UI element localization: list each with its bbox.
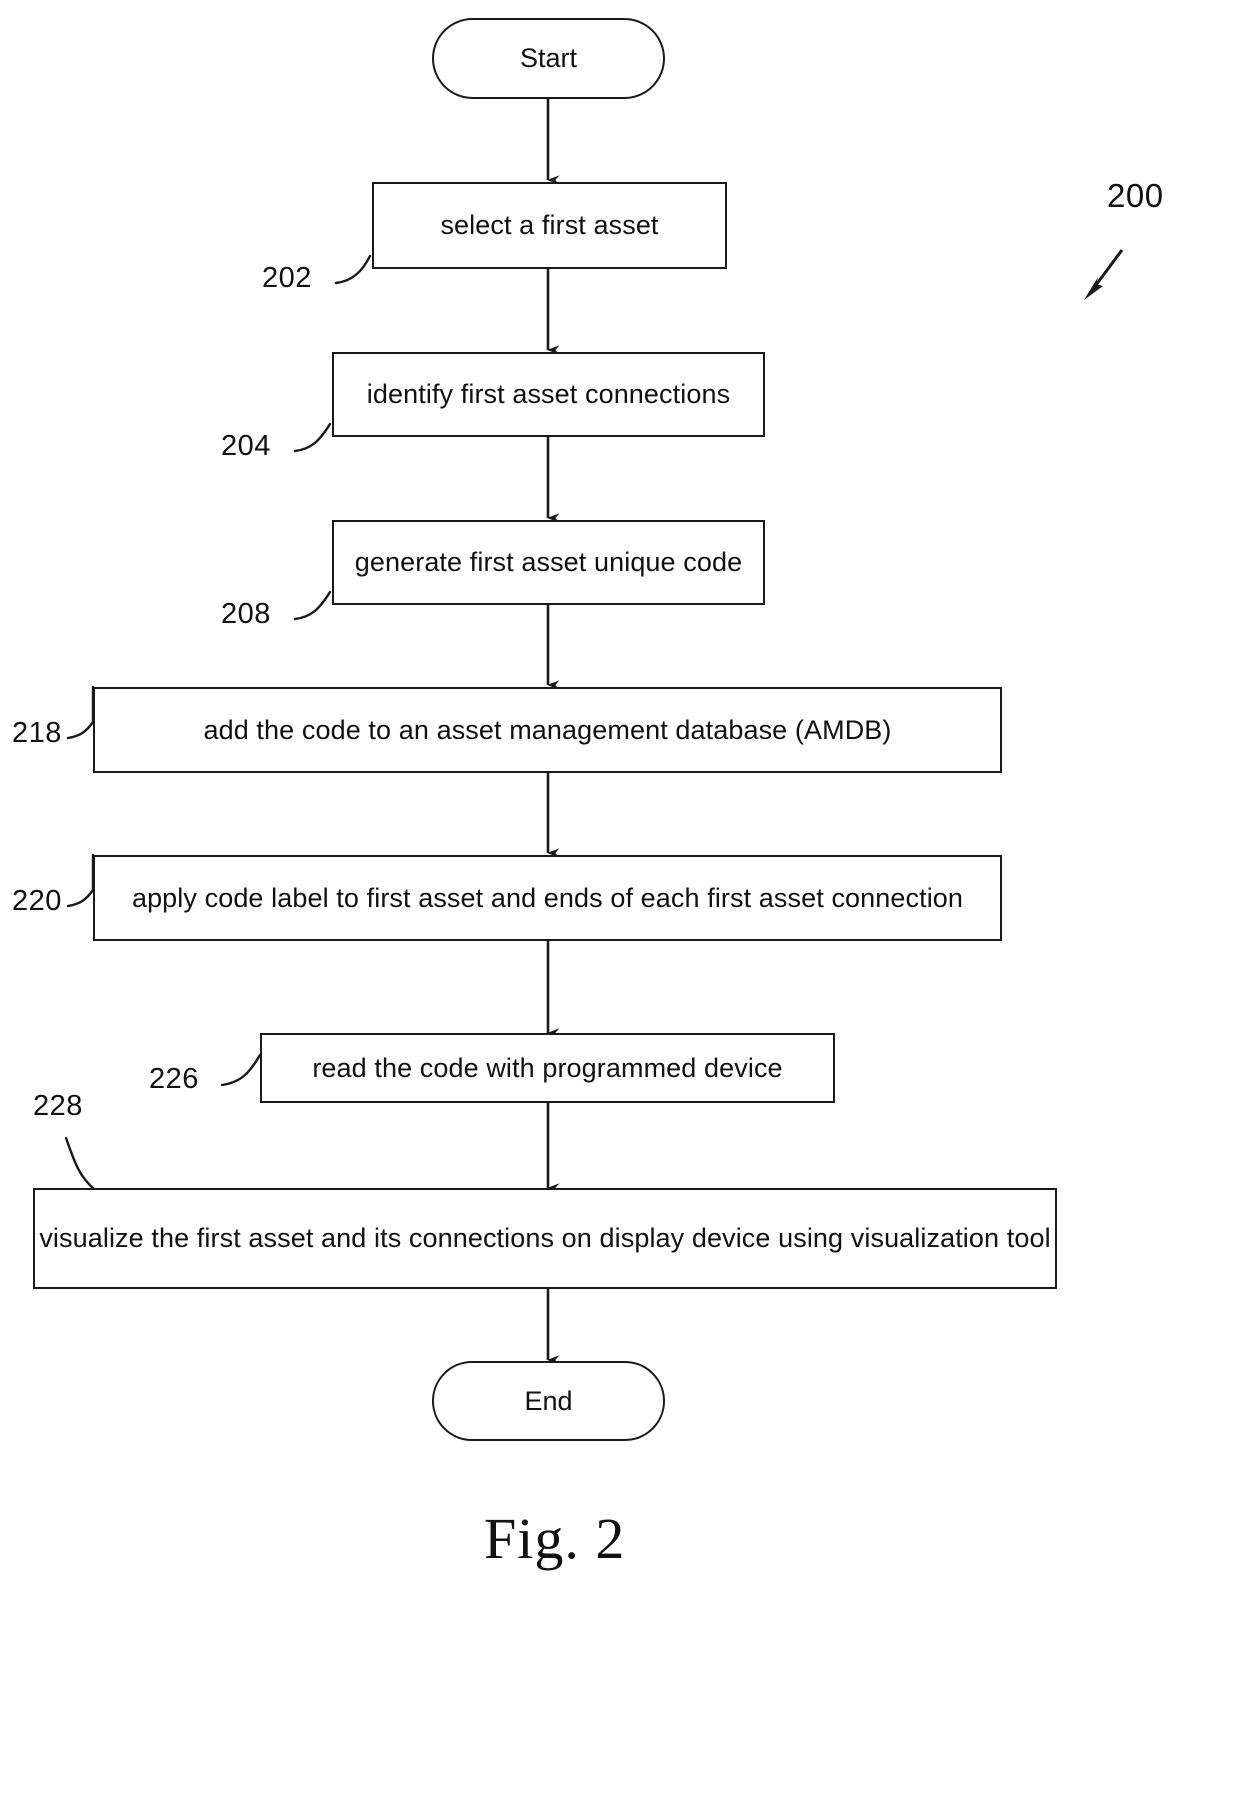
leader-line-202 (334, 254, 372, 285)
leader-line-220 (66, 853, 95, 908)
node-generate-unique-code-label: generate first asset unique code (354, 547, 743, 578)
ref-label-204: 204 (221, 430, 271, 462)
node-identify-connections-label: identify first asset connections (366, 379, 731, 410)
leader-line-208 (293, 590, 332, 621)
node-end-label: End (524, 1385, 573, 1416)
figure-ref-arrow (1084, 249, 1124, 300)
ref-label-228: 228 (33, 1090, 83, 1122)
node-generate-unique-code[interactable]: generate first asset unique code (332, 520, 765, 605)
node-identify-connections[interactable]: identify first asset connections (332, 352, 765, 437)
node-select-first-asset[interactable]: select a first asset (372, 182, 727, 269)
node-add-code-to-amdb-label: add the code to an asset management data… (203, 714, 892, 745)
figure-ref-200: 200 (1107, 177, 1164, 214)
figure-caption: Fig. 2 (484, 1506, 626, 1571)
leader-line-218 (66, 685, 95, 740)
node-apply-code-label[interactable]: apply code label to first asset and ends… (93, 855, 1002, 941)
node-add-code-to-amdb[interactable]: add the code to an asset management data… (93, 687, 1002, 773)
leader-line-228 (64, 1136, 96, 1191)
node-start[interactable]: Start (432, 18, 665, 99)
node-visualize-asset[interactable]: visualize the first asset and its connec… (33, 1188, 1057, 1289)
figure-page: Start select a first asset 202 identify … (0, 0, 1240, 1816)
leader-line-226 (220, 1053, 262, 1087)
ref-label-226: 226 (149, 1063, 199, 1095)
leader-line-204 (293, 422, 332, 453)
node-read-code[interactable]: read the code with programmed device (260, 1033, 835, 1103)
node-end[interactable]: End (432, 1361, 665, 1441)
node-select-first-asset-label: select a first asset (440, 210, 659, 241)
node-start-label: Start (519, 43, 578, 73)
ref-label-218: 218 (12, 717, 62, 749)
node-read-code-label: read the code with programmed device (312, 1052, 783, 1083)
node-apply-code-label-label: apply code label to first asset and ends… (131, 882, 964, 913)
ref-label-208: 208 (221, 598, 271, 630)
ref-label-202: 202 (262, 262, 312, 294)
ref-label-220: 220 (12, 885, 62, 917)
node-visualize-asset-label: visualize the first asset and its connec… (39, 1223, 1051, 1254)
